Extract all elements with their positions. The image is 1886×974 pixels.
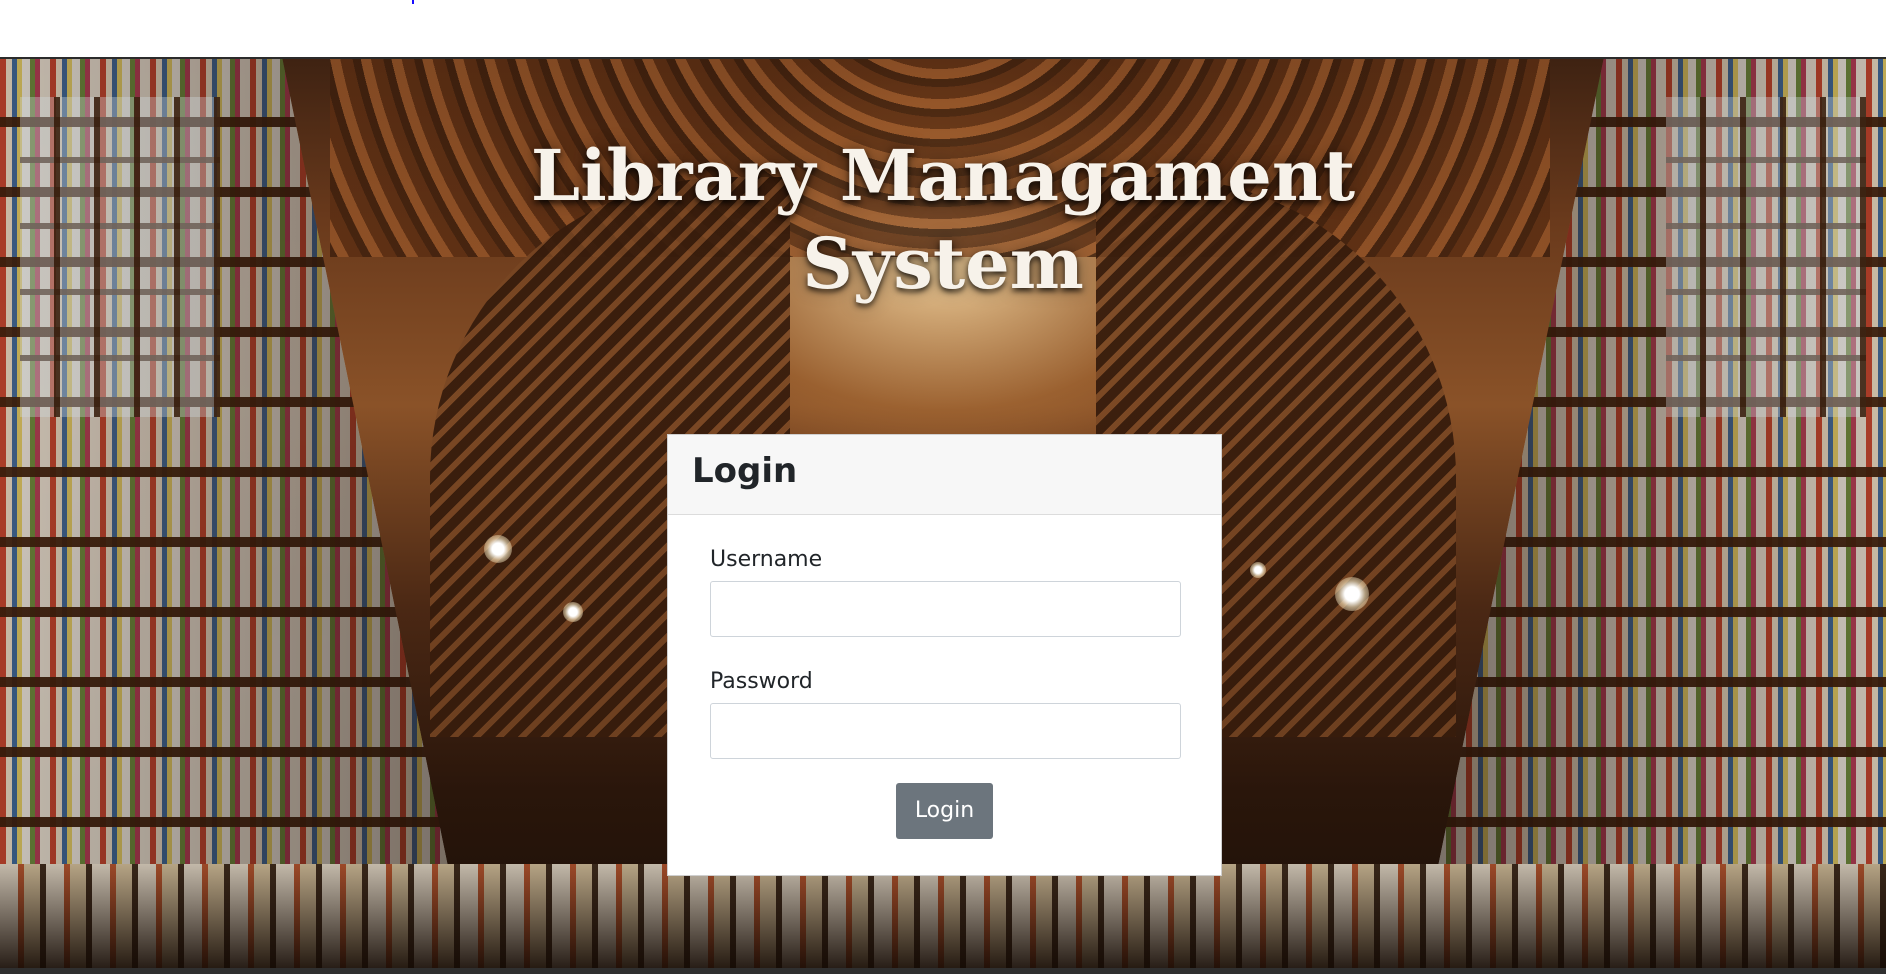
lamp-light	[484, 535, 512, 563]
password-input[interactable]	[710, 703, 1181, 759]
username-label: Username	[710, 547, 823, 572]
glass-cabinet-right	[1666, 97, 1866, 417]
login-button-wrap: Login	[710, 783, 1179, 839]
lamp-light	[563, 602, 583, 622]
top-link-mark	[412, 0, 414, 4]
page-title: Library Managament System	[500, 132, 1386, 308]
login-card-body: Username Password Login	[668, 515, 1221, 839]
glass-cabinet-left	[20, 97, 220, 417]
username-input[interactable]	[710, 581, 1181, 637]
page-title-line2: System	[802, 222, 1084, 305]
lamp-light	[1250, 562, 1266, 578]
password-label: Password	[710, 669, 813, 694]
login-card-title: Login	[692, 451, 798, 491]
lamp-light	[1335, 577, 1369, 611]
login-card: Login Username Password Login	[667, 434, 1222, 876]
bottom-strip	[0, 968, 1886, 974]
top-white-strip	[0, 0, 1886, 57]
page-title-line1: Library Managament	[530, 134, 1356, 217]
login-card-header: Login	[668, 435, 1221, 515]
login-button[interactable]: Login	[896, 783, 993, 839]
hero-top-border	[0, 57, 1886, 59]
book-tables-floor	[0, 864, 1886, 974]
